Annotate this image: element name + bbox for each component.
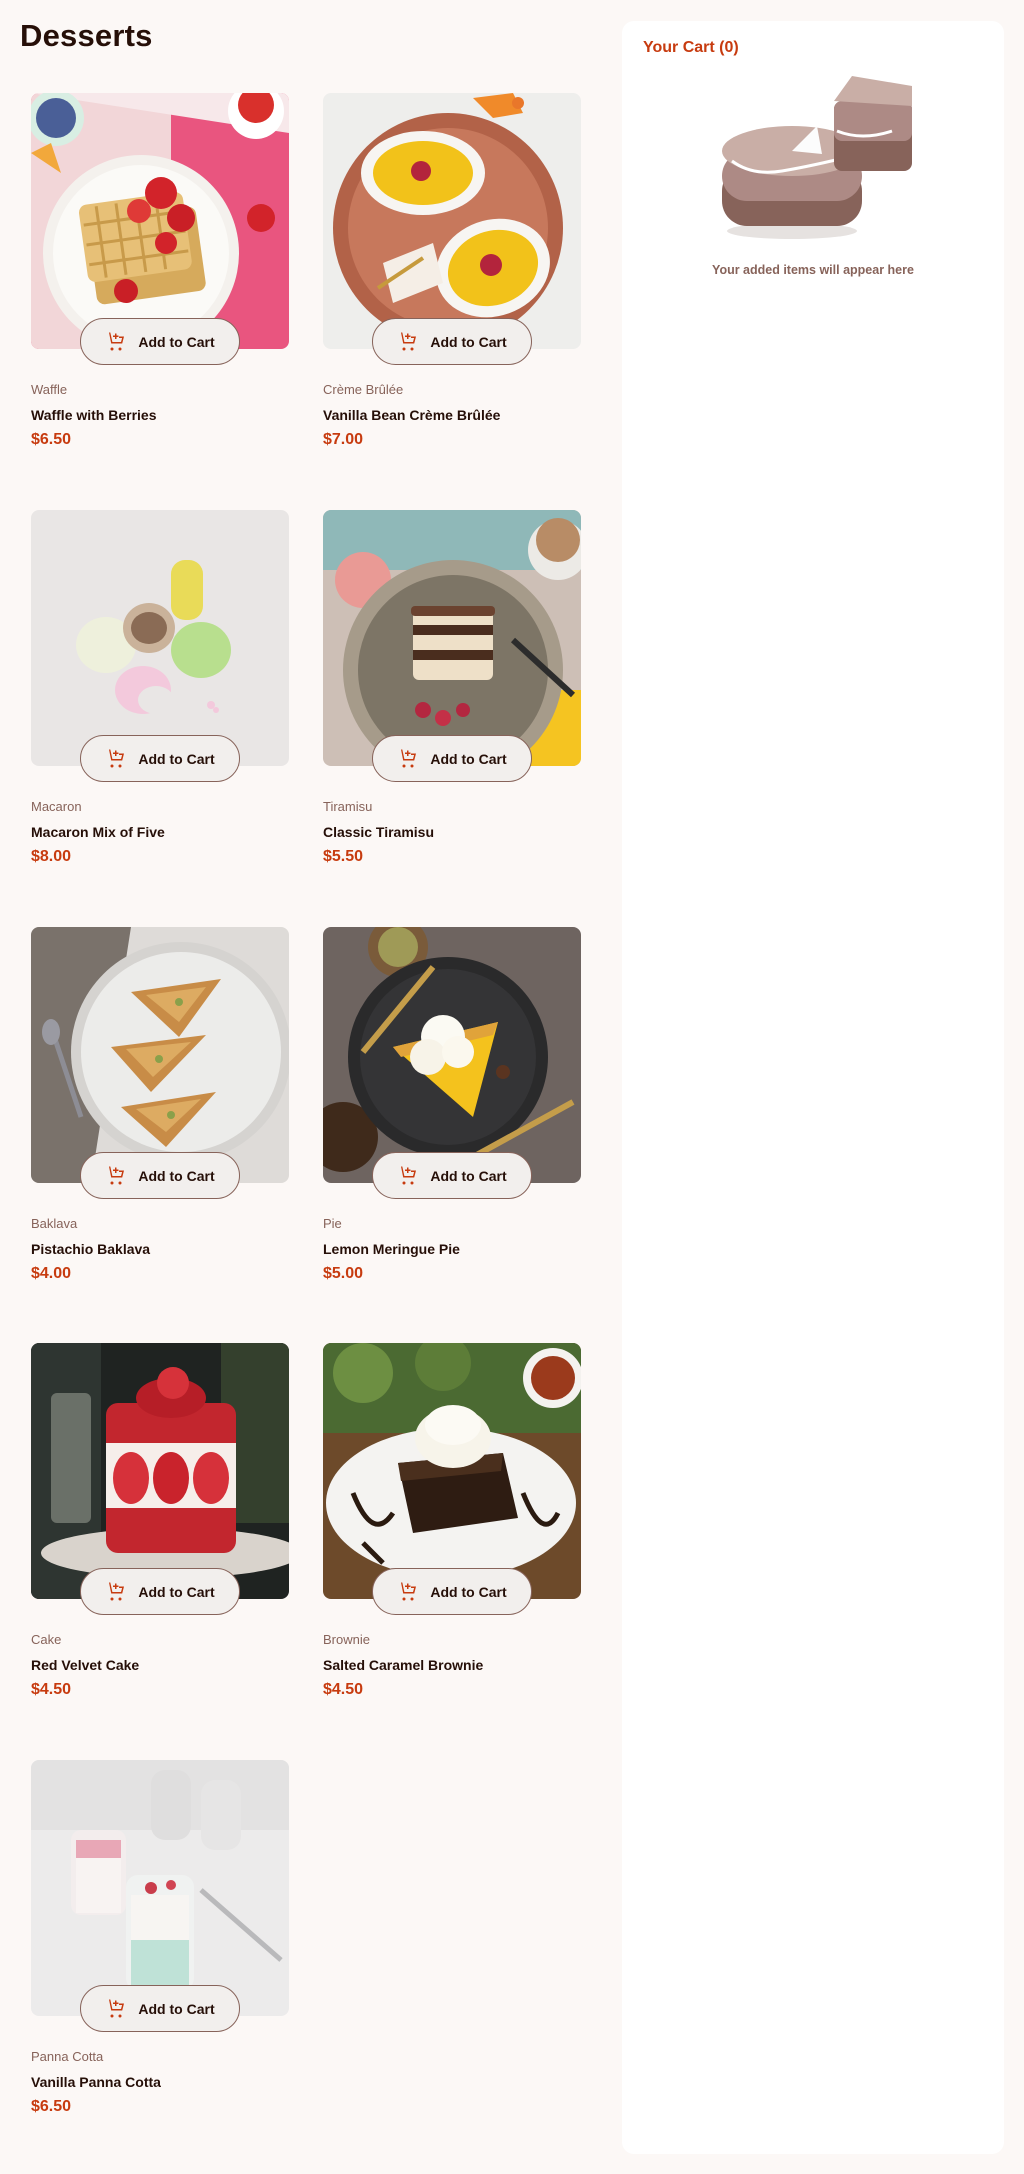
product-name: Macaron Mix of Five — [31, 824, 165, 840]
product-image-brownie — [323, 1343, 581, 1599]
cart-panel: Your Cart (0) Your added items will appe… — [622, 21, 1004, 2154]
product-category: Tiramisu — [323, 799, 373, 814]
product-category: Crème Brûlée — [323, 382, 404, 397]
add-to-cart-button[interactable]: Add to Cart — [372, 1152, 532, 1199]
product-image-pie — [323, 927, 581, 1183]
product-name: Classic Tiramisu — [323, 824, 435, 840]
product-category: Pie — [323, 1216, 342, 1231]
product-name: Vanilla Bean Crème Brûlée — [323, 407, 501, 423]
add-to-cart-icon — [398, 332, 417, 351]
add-to-cart-icon — [106, 1999, 125, 2018]
add-to-cart-button[interactable]: Add to Cart — [80, 318, 240, 365]
product-price: $6.50 — [31, 2098, 72, 2115]
product-price: $5.50 — [323, 848, 364, 865]
add-to-cart-button[interactable]: Add to Cart — [372, 318, 532, 365]
product-price: $8.00 — [31, 848, 72, 865]
product-category: Baklava — [31, 1216, 78, 1231]
product-price: $7.00 — [323, 431, 364, 448]
page-title: Desserts — [20, 18, 153, 53]
product-category: Waffle — [31, 382, 68, 397]
product-price: $4.00 — [31, 1265, 72, 1282]
product-image-waffle — [31, 93, 289, 349]
add-to-cart-label: Add to Cart — [430, 750, 507, 767]
add-to-cart-label: Add to Cart — [138, 333, 215, 350]
product-category: Brownie — [323, 1632, 370, 1647]
product-name: Pistachio Baklava — [31, 1241, 151, 1257]
product-price: $6.50 — [31, 431, 72, 448]
add-to-cart-icon — [106, 1166, 125, 1185]
product-image-macaron — [31, 510, 289, 766]
product-price: $4.50 — [31, 1681, 72, 1698]
add-to-cart-button[interactable]: Add to Cart — [80, 1152, 240, 1199]
add-to-cart-button[interactable]: Add to Cart — [372, 735, 532, 782]
add-to-cart-icon — [106, 749, 125, 768]
product-image-cake — [31, 1343, 289, 1599]
add-to-cart-button[interactable]: Add to Cart — [80, 735, 240, 782]
product-category: Cake — [31, 1632, 62, 1647]
product-image-panna-cotta — [31, 1760, 289, 2016]
product-name: Waffle with Berries — [31, 407, 157, 423]
product-name: Red Velvet Cake — [31, 1657, 140, 1673]
add-to-cart-label: Add to Cart — [430, 1583, 507, 1600]
empty-cart-cake-illustration — [722, 76, 912, 239]
product-category: Macaron — [31, 799, 82, 814]
add-to-cart-icon — [106, 1582, 125, 1601]
add-to-cart-icon — [106, 332, 125, 351]
add-to-cart-label: Add to Cart — [430, 333, 507, 350]
add-to-cart-label: Add to Cart — [138, 1167, 215, 1184]
add-to-cart-button[interactable]: Add to Cart — [372, 1568, 532, 1615]
add-to-cart-icon — [398, 749, 417, 768]
product-name: Vanilla Panna Cotta — [31, 2074, 161, 2090]
add-to-cart-button[interactable]: Add to Cart — [80, 1985, 240, 2032]
add-to-cart-button[interactable]: Add to Cart — [80, 1568, 240, 1615]
add-to-cart-label: Add to Cart — [138, 2000, 215, 2017]
product-name: Lemon Meringue Pie — [323, 1241, 460, 1257]
cart-empty-message: Your added items will appear here — [712, 263, 914, 277]
product-price: $5.00 — [323, 1265, 364, 1282]
product-price: $4.50 — [323, 1681, 364, 1698]
add-to-cart-label: Add to Cart — [138, 750, 215, 767]
product-image-tiramisu — [323, 510, 581, 766]
add-to-cart-icon — [398, 1166, 417, 1185]
product-image-creme-brulee — [323, 93, 581, 349]
product-category: Panna Cotta — [31, 2049, 104, 2064]
product-name: Salted Caramel Brownie — [323, 1657, 484, 1673]
add-to-cart-icon — [398, 1582, 417, 1601]
product-image-baklava — [31, 927, 289, 1183]
add-to-cart-label: Add to Cart — [430, 1167, 507, 1184]
add-to-cart-label: Add to Cart — [138, 1583, 215, 1600]
cart-title: Your Cart (0) — [643, 39, 739, 56]
